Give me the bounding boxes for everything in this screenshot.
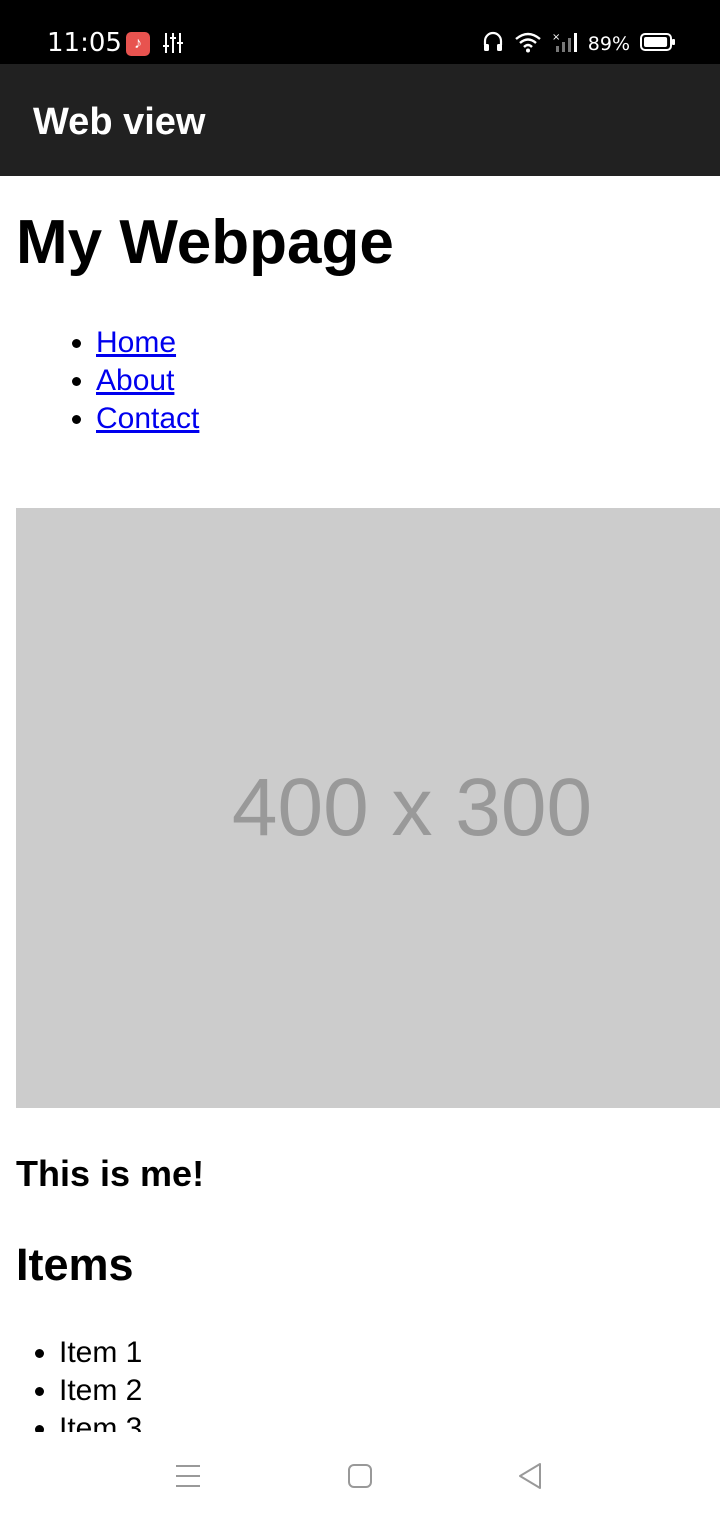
back-icon[interactable] — [510, 1456, 550, 1496]
nav-list-item: Contact — [96, 400, 199, 438]
app-bar-title: Web view — [33, 101, 206, 143]
system-nav-bar — [0, 1432, 720, 1520]
list-item: Item 3 — [59, 1410, 142, 1432]
app-bar: Web view — [0, 64, 720, 176]
menu-icon[interactable] — [168, 1456, 208, 1496]
page-title: My Webpage — [16, 208, 394, 277]
svg-text:×: × — [552, 32, 560, 43]
signal-icon: × — [552, 31, 578, 58]
image-caption: This is me! — [16, 1153, 205, 1194]
nav-link-contact[interactable]: Contact — [96, 402, 199, 435]
music-app-icon: ♪ — [126, 32, 150, 56]
wifi-icon — [514, 31, 542, 58]
status-time: 11:05 — [47, 28, 122, 58]
list-item: Item 2 — [59, 1372, 142, 1410]
webview[interactable]: My Webpage Home About Contact 400 x 300 … — [0, 176, 720, 1432]
equalizer-icon — [163, 32, 183, 54]
nav-list-item: Home — [96, 324, 199, 362]
battery-percent: 89% — [587, 33, 630, 55]
battery-icon — [640, 31, 676, 58]
status-indicators: × 89% — [482, 28, 676, 60]
placeholder-image-label: 400 x 300 — [231, 762, 593, 853]
placeholder-image: 400 x 300 — [16, 508, 720, 1108]
status-bar: 11:05 ♪ × 89% — [0, 0, 720, 64]
nav-link-home[interactable]: Home — [96, 326, 176, 359]
nav-link-about[interactable]: About — [96, 364, 174, 397]
headset-icon — [482, 31, 504, 58]
items-list: Item 1 Item 2 Item 3 — [0, 1334, 142, 1432]
nav-link-list: Home About Contact — [0, 324, 199, 438]
items-heading: Items — [16, 1239, 134, 1290]
list-item: Item 1 — [59, 1334, 142, 1372]
home-icon[interactable] — [340, 1456, 380, 1496]
battery-fill — [644, 36, 668, 47]
nav-list-item: About — [96, 362, 199, 400]
